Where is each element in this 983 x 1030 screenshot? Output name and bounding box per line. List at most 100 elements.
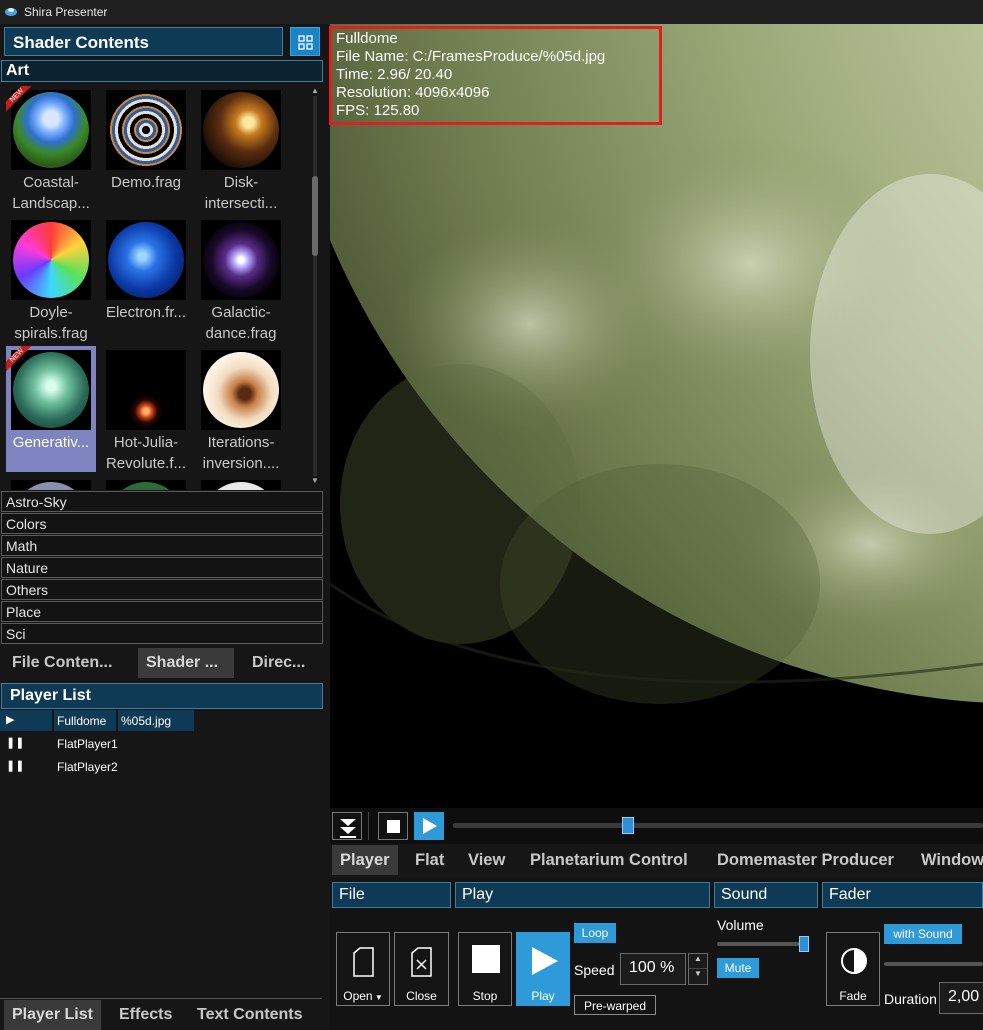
shader-thumbnail[interactable]: Galactic-dance.frag <box>196 216 286 342</box>
fade-button[interactable]: Fade <box>826 932 880 1006</box>
player-name: FlatPlayer1 <box>57 737 118 751</box>
shader-thumbnail-partial[interactable] <box>196 476 286 490</box>
play-icon <box>423 818 437 834</box>
volume-slider-track[interactable] <box>717 942 809 946</box>
shader-preview-image <box>106 350 186 430</box>
tab-text-contents[interactable]: Text Contents <box>189 1000 310 1030</box>
fader-slider-track[interactable] <box>884 962 983 966</box>
duration-label: Duration <box>884 991 937 1007</box>
stepper-up-icon[interactable]: ▲ <box>689 954 707 969</box>
play-icon <box>532 947 558 975</box>
open-button[interactable]: Open ▼ <box>336 932 390 1006</box>
dome-preview-viewport[interactable] <box>330 24 983 808</box>
tab-shader-contents[interactable]: Shader ... <box>138 648 234 678</box>
overlay-file-name: File Name: C:/FramesProduce/%05d.jpg <box>336 48 606 65</box>
category-math[interactable]: Math <box>1 535 323 556</box>
pause-state-icon: ❚❚ <box>6 737 25 749</box>
play-button-label: Play <box>531 989 555 1003</box>
fade-button-label: Fade <box>839 989 867 1003</box>
shader-thumbnail-partial[interactable] <box>101 476 191 490</box>
stop-icon <box>472 945 500 973</box>
shader-preview-image <box>106 90 186 170</box>
stop-icon <box>387 820 400 833</box>
fulldome-render-image <box>330 24 983 808</box>
scroll-up-icon[interactable]: ▲ <box>310 86 320 95</box>
collapse-button[interactable] <box>332 812 362 840</box>
tab-window[interactable]: Window <box>913 845 983 875</box>
shader-preview-image <box>201 220 281 300</box>
loop-toggle[interactable]: Loop <box>574 923 616 943</box>
shader-thumbnail-grid: NEW Coastal-Landscap... Demo.frag Disk-i… <box>0 84 322 490</box>
double-chevron-down-icon <box>340 819 356 838</box>
shader-thumbnail[interactable]: Doyle-spirals.frag <box>6 216 96 342</box>
category-sci[interactable]: Sci <box>1 623 323 644</box>
shader-thumbnail-label: Electron.fr... <box>105 304 187 321</box>
stepper-down-icon[interactable]: ▼ <box>689 969 707 984</box>
close-button-label: Close <box>406 989 437 1003</box>
mute-toggle[interactable]: Mute <box>717 958 759 978</box>
shader-preview-image <box>106 220 186 300</box>
shader-thumbnail[interactable]: Hot-Julia-Revolute.f... <box>101 346 191 472</box>
shader-preview-image <box>201 480 281 490</box>
player-row[interactable]: ❚❚ FlatPlayer1 <box>0 733 326 754</box>
seek-bar[interactable] <box>453 823 983 828</box>
duration-input[interactable]: 2,00 <box>939 982 983 1014</box>
content-panel-tabs: File Conten... Shader ... Direc... <box>0 648 326 678</box>
play-section-header: Play <box>455 882 710 908</box>
shader-thumbnail[interactable]: Demo.frag <box>101 86 191 212</box>
category-place[interactable]: Place <box>1 601 323 622</box>
tab-view[interactable]: View <box>460 845 513 875</box>
shader-preview-image <box>201 90 281 170</box>
shader-thumbnail-selected[interactable]: NEW Generativ... <box>6 346 96 472</box>
player-row[interactable]: ❚❚ FlatPlayer2 <box>0 756 326 777</box>
overlay-fps: FPS: 125.80 <box>336 102 420 119</box>
tab-planetarium-control[interactable]: Planetarium Control <box>522 845 696 875</box>
shader-preview-image <box>106 480 186 490</box>
shader-thumbnail-label: Coastal-Landscap... <box>12 174 90 212</box>
tab-domemaster-producer[interactable]: Domemaster Producer <box>709 845 902 875</box>
open-button-label: Open ▼ <box>343 989 383 1003</box>
shader-preview-image <box>11 480 91 490</box>
tab-flat[interactable]: Flat <box>407 845 452 875</box>
tab-player[interactable]: Player <box>332 845 398 875</box>
category-others[interactable]: Others <box>1 579 323 600</box>
grid-view-button[interactable] <box>290 27 320 56</box>
shader-thumbnail-label: Disk-intersecti... <box>204 174 278 212</box>
shader-thumbnail[interactable]: Electron.fr... <box>101 216 191 342</box>
scrollbar-thumb[interactable] <box>312 176 318 256</box>
fade-with-sound-toggle[interactable]: with Sound <box>884 924 962 944</box>
shader-thumbnail[interactable]: Iterations-inversion.... <box>196 346 286 472</box>
pre-warped-toggle[interactable]: Pre-warped <box>574 995 656 1015</box>
play-button[interactable]: Play <box>516 932 570 1006</box>
tab-effects[interactable]: Effects <box>111 1000 180 1030</box>
category-astro-sky[interactable]: Astro-Sky <box>1 491 323 512</box>
player-file: %05d.jpg <box>121 714 172 728</box>
shader-thumbnail-label: Generativ... <box>12 434 90 451</box>
tab-file-contents[interactable]: File Conten... <box>4 648 120 678</box>
left-bottom-tabs: Player List Effects Text Contents <box>0 1000 326 1030</box>
speed-input[interactable]: 100 % <box>620 953 686 985</box>
close-button[interactable]: Close <box>394 932 449 1006</box>
shader-thumbnail-partial[interactable] <box>6 476 96 490</box>
seek-handle[interactable] <box>621 817 634 834</box>
category-nature[interactable]: Nature <box>1 557 323 578</box>
category-colors[interactable]: Colors <box>1 513 323 534</box>
tab-directory[interactable]: Direc... <box>244 648 313 678</box>
new-badge: NEW <box>6 346 40 380</box>
shader-thumbnail[interactable]: NEW Coastal-Landscap... <box>6 86 96 212</box>
main-control-tabs: Player Flat View Planetarium Control Dom… <box>332 845 983 877</box>
left-panel: Shader Contents Art NEW Coastal-Landscap… <box>0 24 326 1030</box>
tab-player-list[interactable]: Player List <box>4 1000 101 1030</box>
category-art-header[interactable]: Art <box>1 60 323 82</box>
thumbnail-scrollbar[interactable]: ▲ ▼ <box>310 86 320 486</box>
scroll-down-icon[interactable]: ▼ <box>310 476 320 485</box>
player-row[interactable]: ▶ Fulldome %05d.jpg <box>0 710 326 731</box>
overlay-resolution: Resolution: 4096x4096 <box>336 84 490 101</box>
stop-button[interactable]: Stop <box>458 932 512 1006</box>
speed-stepper[interactable]: ▲ ▼ <box>688 953 708 985</box>
volume-slider-handle[interactable] <box>799 936 810 952</box>
shader-thumbnail[interactable]: Disk-intersecti... <box>196 86 286 212</box>
fader-section-header: Fader <box>822 882 983 908</box>
transport-stop-button[interactable] <box>378 812 408 840</box>
transport-play-button[interactable] <box>414 812 444 840</box>
